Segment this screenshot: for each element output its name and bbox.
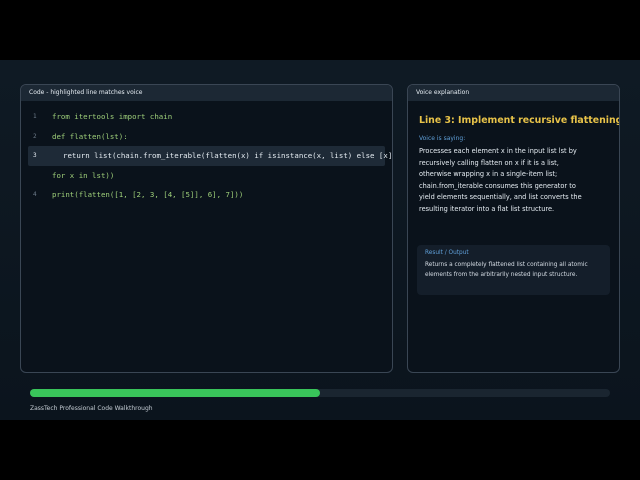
progress-fill	[30, 389, 320, 397]
code-line-4: 4 print(flatten([1, [2, 3, [4, [5]], 6],…	[21, 185, 392, 205]
line-number: 3	[33, 152, 37, 159]
code-panel-header: Code - highlighted line matches voice	[21, 85, 392, 101]
voice-panel: Voice explanation Line 3: Implement recu…	[407, 84, 620, 373]
result-text: Returns a completely flattened list cont…	[425, 262, 588, 278]
voice-panel-header: Voice explanation	[408, 85, 619, 101]
code-line-2: 2 def flatten(lst):	[21, 127, 392, 147]
voice-saying-label: Voice is saying:	[419, 135, 466, 142]
code-area: 1 from itertools import chain 2 def flat…	[21, 107, 392, 205]
footer-label: ZassTech Professional Code Walkthrough	[30, 405, 153, 412]
progress-bar[interactable]	[30, 389, 610, 397]
code-line-3-highlighted: 3 return list(chain.from_iterable(flatte…	[28, 146, 392, 166]
code-text: for x in lst))	[52, 170, 115, 180]
code-text: return list(chain.from_iterable(flatten(…	[63, 151, 393, 160]
code-line-3-continued: for x in lst))	[21, 166, 392, 186]
voice-text: Processes each element x in the input li…	[419, 147, 582, 213]
result-label: Result / Output	[425, 250, 469, 256]
code-text: print(flatten([1, [2, 3, [4, [5]], 6], 7…	[52, 190, 244, 199]
result-box: Result / Output Returns a completely fla…	[417, 245, 610, 295]
code-panel: Code - highlighted line matches voice 1 …	[20, 84, 393, 373]
code-line-1: 1 from itertools import chain	[21, 107, 392, 127]
line-number: 4	[33, 191, 37, 198]
video-stage: Code - highlighted line matches voice 1 …	[0, 60, 640, 420]
line-number: 2	[33, 132, 37, 140]
code-text: from itertools import chain	[52, 112, 173, 121]
line-number: 1	[33, 113, 37, 120]
code-text: def flatten(lst):	[52, 131, 128, 141]
voice-title: Line 3: Implement recursive flattening	[419, 115, 620, 126]
